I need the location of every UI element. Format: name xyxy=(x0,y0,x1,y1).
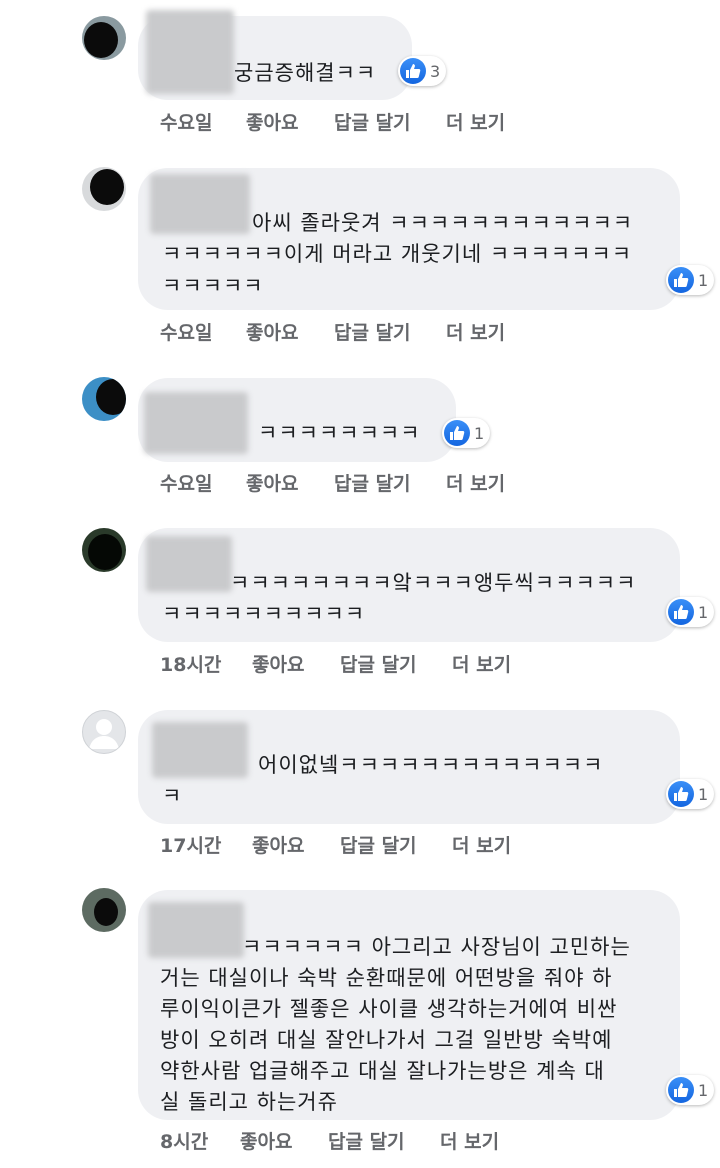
reaction-count[interactable]: 1 xyxy=(666,779,715,809)
avatar[interactable] xyxy=(82,710,126,754)
comment-bubble: ㅋㅋㅋㅋㅋㅋㅋㅋ앜ㅋㅋㅋ앵두씩ㅋㅋㅋㅋㅋ ㅋㅋㅋㅋㅋㅋㅋㅋㅋㅋ xyxy=(138,528,680,642)
comment-text-line: ㅋㅋㅋㅋㅋㅋ이게 머라고 개웃기네 ㅋㅋㅋㅋㅋㅋㅋ xyxy=(162,242,633,266)
author-name-redacted[interactable] xyxy=(144,392,248,454)
like-thumb-icon xyxy=(668,599,694,625)
reply-button[interactable]: 답글 달기 xyxy=(334,318,411,345)
like-thumb-icon xyxy=(668,267,694,293)
see-more-button[interactable]: 더 보기 xyxy=(452,650,511,677)
comment-time[interactable]: 17시간 xyxy=(160,831,221,858)
default-user-icon xyxy=(89,719,119,749)
comment-time[interactable]: 수요일 xyxy=(160,469,212,496)
comment-time[interactable]: 8시간 xyxy=(160,1127,208,1154)
reply-button[interactable]: 답글 달기 xyxy=(340,650,417,677)
author-name-redacted[interactable] xyxy=(146,536,232,592)
comment-text-line: ㅋㅋㅋㅋㅋ xyxy=(162,274,264,298)
comment-text-line: ㅋㅋㅋㅋㅋㅋㅋㅋ앜ㅋㅋㅋ앵두씩ㅋㅋㅋㅋㅋ xyxy=(230,571,637,595)
like-thumb-icon xyxy=(444,420,470,446)
see-more-button[interactable]: 더 보기 xyxy=(440,1127,499,1154)
avatar[interactable] xyxy=(82,16,126,60)
like-button[interactable]: 좋아요 xyxy=(252,831,304,858)
comment-text-line: 루이익이큰가 젤좋은 사이클 생각하는거에여 비싼 xyxy=(160,997,618,1021)
like-button[interactable]: 좋아요 xyxy=(240,1127,292,1154)
reply-button[interactable]: 답글 달기 xyxy=(328,1127,405,1154)
reply-button[interactable]: 답글 달기 xyxy=(334,108,411,135)
comment-time[interactable]: 18시간 xyxy=(160,650,221,677)
comment-bubble: ㅋㅋㅋㅋㅋㅋㅋㅋ xyxy=(138,378,456,462)
see-more-button[interactable]: 더 보기 xyxy=(446,318,505,345)
like-thumb-icon xyxy=(668,781,694,807)
like-button[interactable]: 좋아요 xyxy=(246,469,298,496)
reaction-number: 1 xyxy=(698,1080,709,1100)
reply-button[interactable]: 답글 달기 xyxy=(340,831,417,858)
comment-time[interactable]: 수요일 xyxy=(160,318,212,345)
see-more-button[interactable]: 더 보기 xyxy=(446,469,505,496)
avatar[interactable] xyxy=(82,888,126,932)
comment-text-line: ㅋㅋㅋㅋㅋㅋㅋㅋㅋㅋ xyxy=(162,602,366,626)
comment-text-line: 아씨 졸라웃겨 ㅋㅋㅋㅋㅋㅋㅋㅋㅋㅋㅋㅋ xyxy=(252,211,634,235)
reply-button[interactable]: 답글 달기 xyxy=(334,469,411,496)
see-more-button[interactable]: 더 보기 xyxy=(452,831,511,858)
comment-text-line: ㅋ xyxy=(162,784,183,808)
avatar[interactable] xyxy=(82,377,126,421)
avatar[interactable] xyxy=(82,528,126,572)
author-name-redacted[interactable] xyxy=(148,902,244,958)
comment-time[interactable]: 수요일 xyxy=(160,108,212,135)
comment-text-line: 실 돌리고 하는거쥬 xyxy=(160,1090,338,1114)
comment-bubble: 아씨 졸라웃겨 ㅋㅋㅋㅋㅋㅋㅋㅋㅋㅋㅋㅋ ㅋㅋㅋㅋㅋㅋ이게 머라고 개웃기네 ㅋ… xyxy=(138,168,680,310)
avatar[interactable] xyxy=(82,167,126,211)
reaction-count[interactable]: 1 xyxy=(442,418,491,448)
comment-text-line: 거는 대실이나 숙박 순환때문에 어떤방을 줘야 하 xyxy=(160,966,613,990)
comment-text-line: ㅋㅋㅋㅋㅋㅋ 아그리고 사장님이 고민하는 xyxy=(242,935,631,959)
comment-text-line: 어이없넼ㅋㅋㅋㅋㅋㅋㅋㅋㅋㅋㅋㅋㅋ xyxy=(258,753,604,777)
comment-bubble: 궁금증해결ㅋㅋ xyxy=(138,10,412,100)
reaction-count[interactable]: 1 xyxy=(666,597,715,627)
author-name-redacted[interactable] xyxy=(146,10,234,94)
comment-text-line: 방이 오히려 대실 잘안나가서 그걸 일반방 숙박예 xyxy=(160,1028,613,1052)
reaction-number: 1 xyxy=(698,784,709,804)
reaction-number: 1 xyxy=(698,270,709,290)
reaction-number: 3 xyxy=(430,61,441,81)
like-button[interactable]: 좋아요 xyxy=(252,650,304,677)
author-name-redacted[interactable] xyxy=(150,174,250,234)
comment-bubble: ㅋㅋㅋㅋㅋㅋ 아그리고 사장님이 고민하는 거는 대실이나 숙박 순환때문에 어… xyxy=(138,890,680,1120)
reaction-count[interactable]: 1 xyxy=(666,265,715,295)
comment-text-line: 약한사람 업글해주고 대실 잘나가는방은 계속 대 xyxy=(160,1059,605,1083)
like-button[interactable]: 좋아요 xyxy=(246,318,298,345)
like-thumb-icon xyxy=(668,1077,694,1103)
author-name-redacted[interactable] xyxy=(152,722,248,778)
comment-text-line: ㅋㅋㅋㅋㅋㅋㅋㅋ xyxy=(258,421,421,445)
like-thumb-icon xyxy=(400,58,426,84)
comment-text-line: 궁금증해결ㅋㅋ xyxy=(234,61,377,85)
like-button[interactable]: 좋아요 xyxy=(246,108,298,135)
see-more-button[interactable]: 더 보기 xyxy=(446,108,505,135)
reaction-number: 1 xyxy=(698,602,709,622)
reaction-count[interactable]: 3 xyxy=(398,56,447,86)
comment-bubble: 어이없넼ㅋㅋㅋㅋㅋㅋㅋㅋㅋㅋㅋㅋㅋ ㅋ xyxy=(138,710,680,824)
reaction-number: 1 xyxy=(474,423,485,443)
reaction-count[interactable]: 1 xyxy=(666,1075,715,1105)
